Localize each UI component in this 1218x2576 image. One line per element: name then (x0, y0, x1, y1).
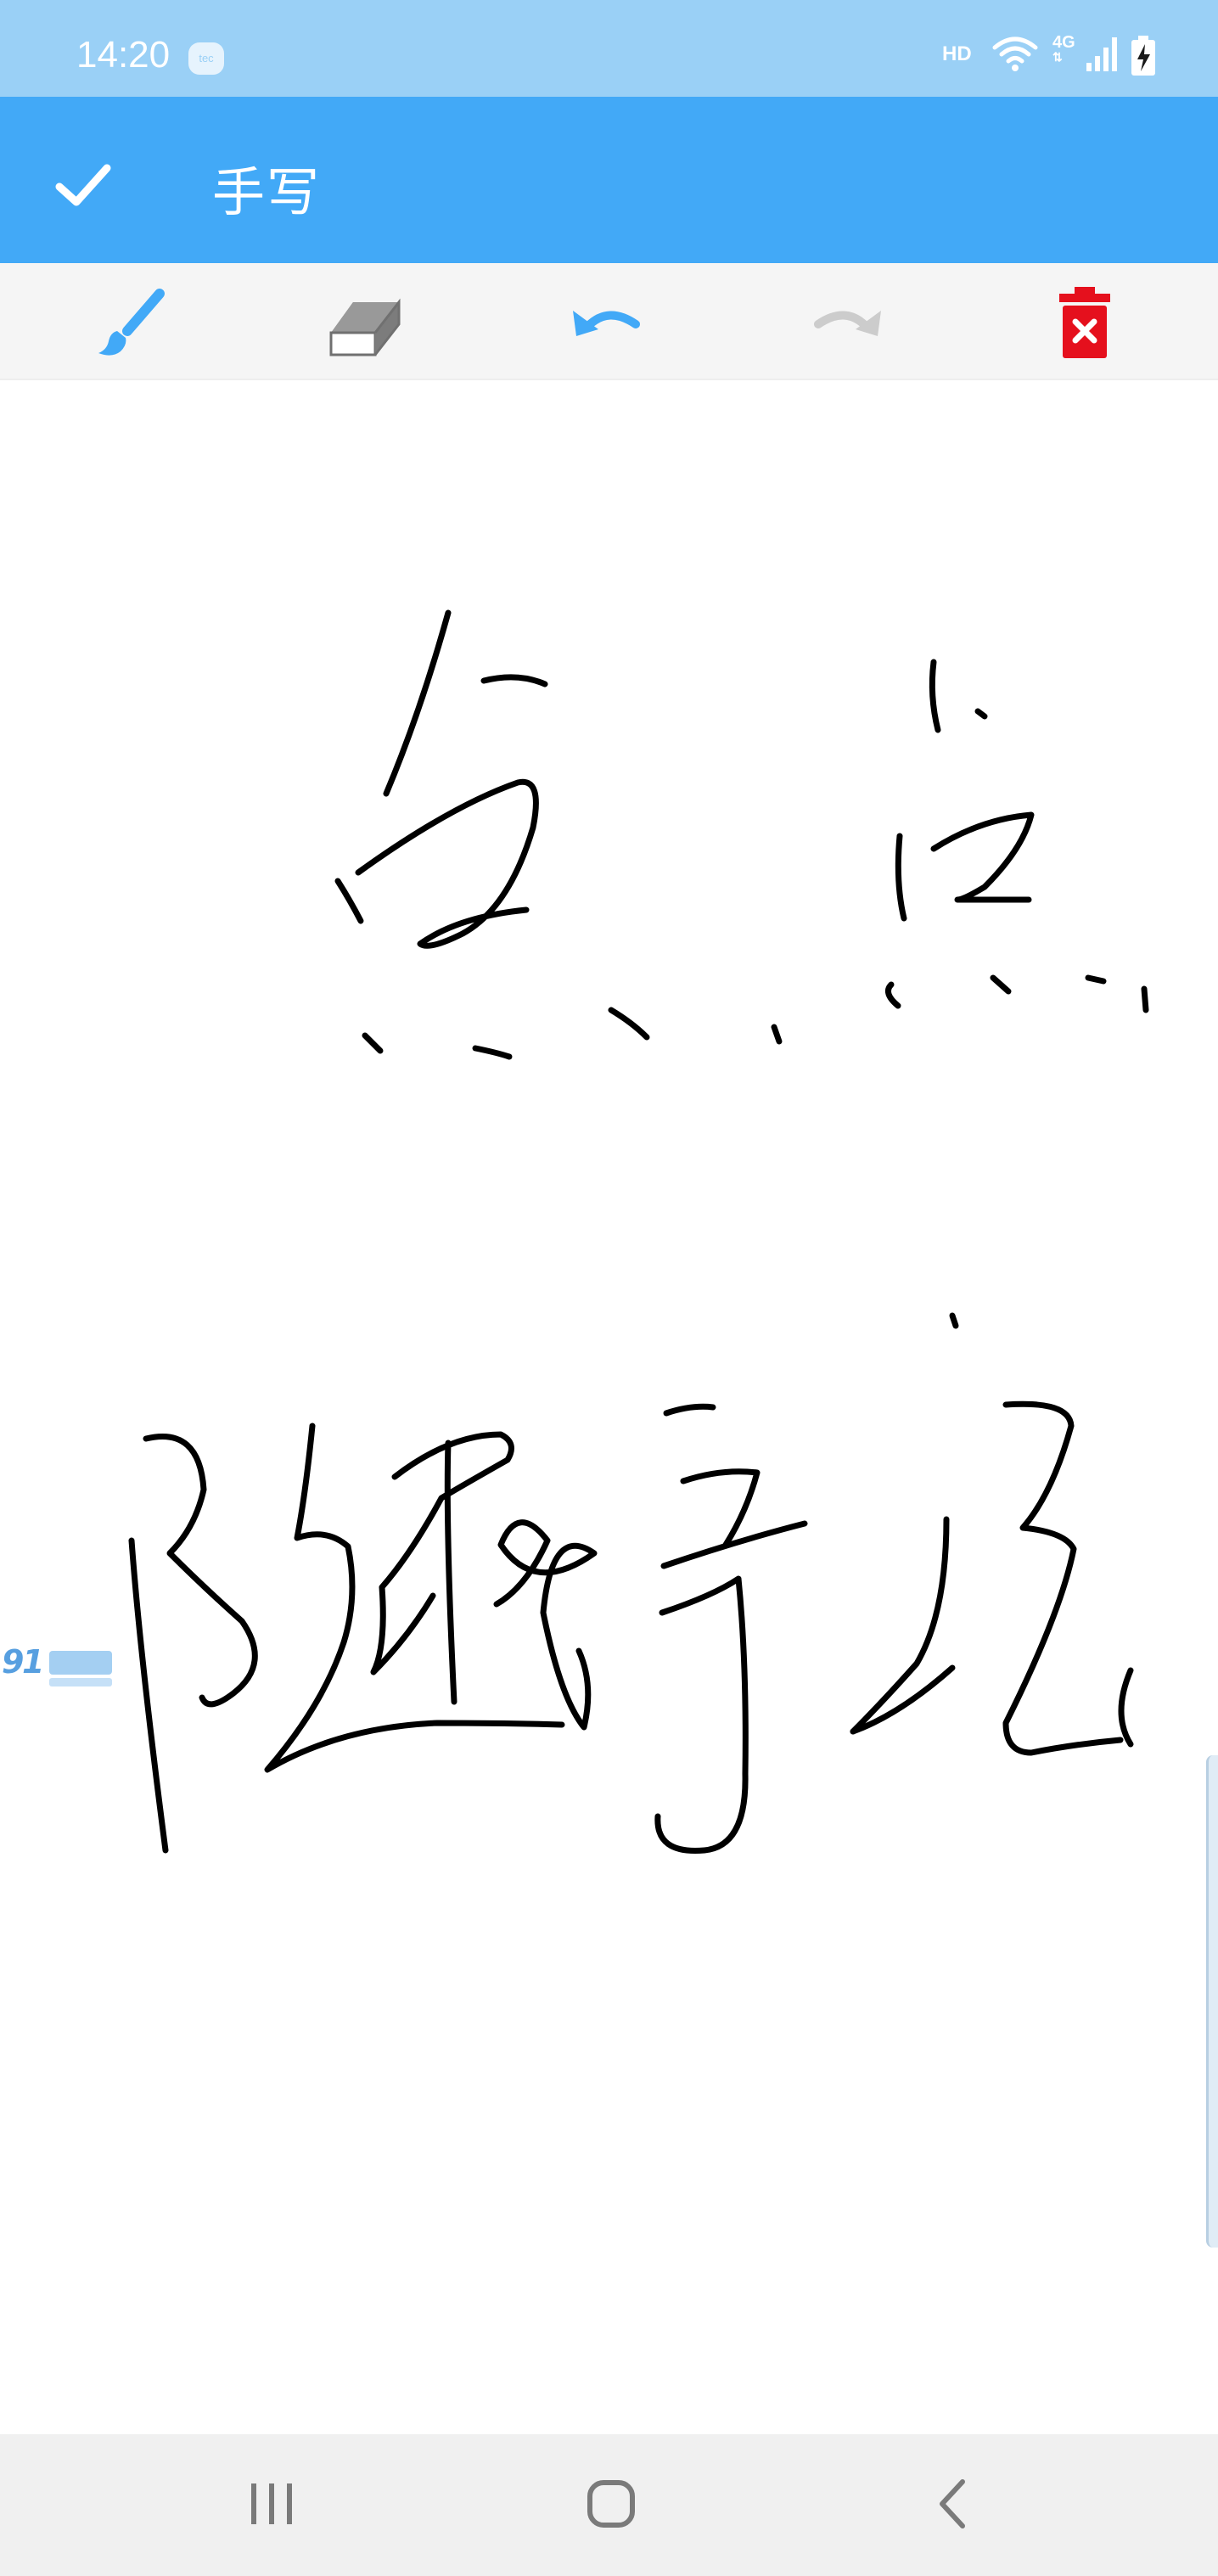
stroke (444, 1440, 457, 1705)
stroke (128, 1537, 169, 1854)
home-button[interactable] (552, 2461, 671, 2546)
undo-icon (573, 311, 640, 336)
back-icon (940, 2479, 965, 2528)
stroke (949, 1312, 959, 1329)
system-navigation-bar (0, 2434, 1218, 2576)
stroke (608, 1007, 650, 1041)
stroke (1118, 1667, 1134, 1748)
status-time: 14:20 (76, 34, 171, 76)
stroke (974, 708, 988, 720)
stroke (895, 833, 907, 922)
back-button[interactable] (891, 2461, 1010, 2546)
page-title: 手写 (212, 161, 322, 223)
eraser-button[interactable] (323, 282, 407, 363)
stroke (680, 1468, 761, 1548)
eraser-icon (329, 298, 401, 356)
stroke (930, 811, 1035, 903)
stroke (355, 778, 539, 949)
undo-button[interactable] (564, 282, 649, 363)
stroke (850, 1516, 950, 1735)
svg-text:1: 1 (22, 1643, 44, 1681)
stroke (264, 1423, 565, 1773)
stroke (884, 981, 901, 1009)
battery-charging-icon (1131, 36, 1155, 76)
home-icon (587, 2480, 635, 2528)
redo-button[interactable] (805, 282, 890, 363)
stroke (654, 1575, 749, 1854)
confirm-button[interactable] (46, 151, 122, 219)
handwriting-canvas[interactable]: 9 1 (0, 380, 1218, 2434)
edge-panel-handle[interactable] (1206, 1755, 1218, 2248)
stroke (1002, 1400, 1124, 1756)
stroke (1085, 974, 1107, 985)
stroke (362, 1032, 384, 1054)
4g-signal-icon: 4G ⇅ (1052, 33, 1075, 64)
stroke (493, 1519, 598, 1731)
stroke (771, 1024, 783, 1045)
redo-icon (814, 311, 881, 336)
hd-voice-indicator: HD (942, 42, 972, 65)
stroke (1141, 985, 1149, 1013)
stroke (334, 878, 364, 924)
91-game-logo: 9 1 (2, 1643, 112, 1686)
stroke (480, 674, 548, 687)
clear-all-button[interactable] (1042, 282, 1127, 363)
app-bar: 手写 (0, 97, 1218, 263)
cellular-signal-icon (1086, 37, 1117, 71)
stroke (663, 1403, 716, 1417)
stroke (472, 1045, 513, 1060)
stroke (370, 1431, 514, 1675)
stroke (990, 974, 1012, 995)
stroke (929, 659, 941, 733)
recent-apps-icon (251, 2483, 292, 2524)
stroke (383, 609, 452, 797)
handwriting-strokes (128, 609, 1149, 1854)
brush-icon (98, 289, 165, 356)
recent-apps-button[interactable] (212, 2461, 331, 2546)
drawing-toolbar (0, 263, 1218, 380)
status-notification-badge: tec (188, 42, 224, 75)
svg-text:9: 9 (2, 1643, 24, 1681)
status-bar: 14:20 tec HD 4G ⇅ (0, 0, 1218, 97)
clear-all-icon (1059, 287, 1110, 358)
stroke (143, 1434, 258, 1708)
mobile-data-label: 4G (1052, 33, 1075, 52)
wifi-icon (992, 36, 1038, 71)
check-icon (55, 164, 111, 206)
brush-button[interactable] (87, 282, 171, 363)
